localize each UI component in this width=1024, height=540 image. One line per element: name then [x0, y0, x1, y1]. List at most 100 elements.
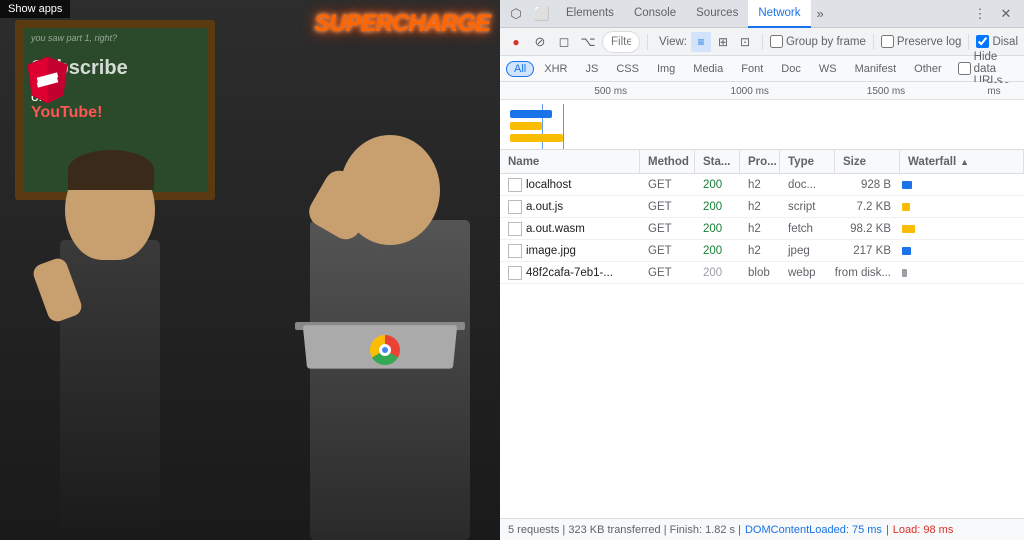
video-panel: Show apps you saw part 1, right? Subscri…: [0, 0, 500, 540]
filter-xhr[interactable]: XHR: [536, 61, 575, 77]
disable-cache-checkbox[interactable]: [976, 35, 989, 48]
filter-all[interactable]: All: [506, 61, 534, 77]
record-btn[interactable]: ●: [506, 32, 526, 52]
cursor-icon-btn[interactable]: ⬡: [504, 2, 528, 26]
filter-btn[interactable]: ⌥: [578, 32, 598, 52]
person-right: [290, 120, 490, 540]
view-group-btn[interactable]: ⊞: [713, 32, 733, 52]
td-protocol-3: h2: [740, 240, 780, 261]
camera-btn[interactable]: ◻: [554, 32, 574, 52]
tab-sources[interactable]: Sources: [686, 0, 748, 28]
clear-btn[interactable]: ⊘: [530, 32, 550, 52]
ruler-2000: 2000 ms: [987, 82, 1024, 97]
dom-content-loaded-link[interactable]: DOMContentLoaded: 75 ms: [745, 524, 882, 536]
tab-network[interactable]: Network: [748, 0, 810, 28]
timeline-ruler: 500 ms 1000 ms 1500 ms 2000 ms: [500, 82, 1024, 100]
timeline-row: 500 ms 1000 ms 1500 ms 2000 ms: [500, 82, 1024, 150]
th-method[interactable]: Method: [640, 150, 695, 173]
hide-data-urls-checkbox[interactable]: [958, 62, 971, 75]
td-waterfall-3: [900, 240, 1024, 261]
chalk-small-text: you saw part 1, right?: [23, 28, 207, 48]
filter-ws[interactable]: WS: [811, 61, 845, 77]
sort-arrow: ▲: [960, 157, 969, 167]
td-protocol-2: h2: [740, 218, 780, 239]
filter-font[interactable]: Font: [733, 61, 771, 77]
th-waterfall[interactable]: Waterfall ▲: [900, 150, 1024, 173]
th-name[interactable]: Name: [500, 150, 640, 173]
filter-img[interactable]: Img: [649, 61, 683, 77]
td-status-0: 200: [695, 174, 740, 195]
filter-manifest[interactable]: Manifest: [847, 61, 905, 77]
status-bar: 5 requests | 323 KB transferred | Finish…: [500, 518, 1024, 540]
table-row[interactable]: image.jpg GET 200 h2 jpeg 217 KB: [500, 240, 1024, 262]
th-status[interactable]: Sta...: [695, 150, 740, 173]
td-status-4: 200: [695, 262, 740, 283]
devtools-panel: ⬡ ⬜ Elements Console Sources Network » ⋮…: [500, 0, 1024, 540]
view-preview-btn[interactable]: ⊡: [735, 32, 755, 52]
td-type-4: webp: [780, 262, 835, 283]
load-time-link[interactable]: Load: 98 ms: [893, 524, 954, 536]
row-checkbox-0: [508, 178, 522, 192]
waterfall-bar-2: [902, 225, 914, 233]
row-checkbox-1: [508, 200, 522, 214]
disable-cache-label[interactable]: Disal: [976, 35, 1018, 48]
device-icon-btn[interactable]: ⬜: [530, 2, 554, 26]
separator-1: [647, 34, 648, 50]
separator-2: [762, 34, 763, 50]
filter-css[interactable]: CSS: [608, 61, 647, 77]
table-row[interactable]: 48f2cafa-7eb1-... GET 200 blob webp (fro…: [500, 262, 1024, 284]
ruler-1000: 1000 ms: [731, 86, 769, 97]
person-left: [30, 150, 190, 540]
table-row[interactable]: a.out.wasm GET 200 h2 fetch 98.2 KB: [500, 218, 1024, 240]
td-method-1: GET: [640, 196, 695, 217]
filter-other[interactable]: Other: [906, 61, 950, 77]
td-name-4: 48f2cafa-7eb1-...: [500, 262, 640, 283]
preserve-log-label[interactable]: Preserve log: [881, 35, 962, 48]
more-tabs-btn[interactable]: »: [811, 6, 830, 21]
td-waterfall-0: [900, 174, 1024, 195]
td-type-3: jpeg: [780, 240, 835, 261]
row-checkbox-3: [508, 244, 522, 258]
th-type[interactable]: Type: [780, 150, 835, 173]
td-size-0: 928 B: [835, 174, 900, 195]
devtools-close-btn[interactable]: ✕: [994, 2, 1018, 26]
td-size-1: 7.2 KB: [835, 196, 900, 217]
filter-input[interactable]: [611, 36, 631, 48]
filter-doc[interactable]: Doc: [773, 61, 809, 77]
td-size-3: 217 KB: [835, 240, 900, 261]
td-protocol-0: h2: [740, 174, 780, 195]
th-protocol[interactable]: Pro...: [740, 150, 780, 173]
tab-elements[interactable]: Elements: [556, 0, 624, 28]
filter-media[interactable]: Media: [685, 61, 731, 77]
th-size[interactable]: Size: [835, 150, 900, 173]
td-type-1: script: [780, 196, 835, 217]
ruler-500: 500 ms: [594, 86, 627, 97]
td-type-2: fetch: [780, 218, 835, 239]
group-by-frame-label[interactable]: Group by frame: [770, 35, 866, 48]
td-method-4: GET: [640, 262, 695, 283]
tab-console[interactable]: Console: [624, 0, 686, 28]
td-method-0: GET: [640, 174, 695, 195]
td-waterfall-2: [900, 218, 1024, 239]
td-method-2: GET: [640, 218, 695, 239]
devtools-menu-btn[interactable]: ⋮: [968, 2, 992, 26]
filter-js[interactable]: JS: [577, 61, 606, 77]
network-table: Name Method Sta... Pro... Type Size Wate…: [500, 150, 1024, 518]
view-btns: ≡ ⊞ ⊡: [691, 32, 755, 52]
table-row[interactable]: localhost GET 200 h2 doc... 928 B: [500, 174, 1024, 196]
show-apps-label: Show apps: [8, 3, 62, 15]
table-row[interactable]: a.out.js GET 200 h2 script 7.2 KB: [500, 196, 1024, 218]
group-by-frame-checkbox[interactable]: [770, 35, 783, 48]
waterfall-bar-4: [902, 269, 907, 277]
td-waterfall-1: [900, 196, 1024, 217]
td-name-0: localhost: [500, 174, 640, 195]
timeline-bars: [500, 104, 1024, 149]
waterfall-bar-1: [902, 203, 909, 211]
td-status-2: 200: [695, 218, 740, 239]
view-list-btn[interactable]: ≡: [691, 32, 711, 52]
filter-input-wrap: [602, 31, 640, 53]
preserve-log-checkbox[interactable]: [881, 35, 894, 48]
td-protocol-4: blob: [740, 262, 780, 283]
show-apps-bar[interactable]: Show apps: [0, 0, 70, 18]
status-separator: |: [886, 524, 889, 536]
